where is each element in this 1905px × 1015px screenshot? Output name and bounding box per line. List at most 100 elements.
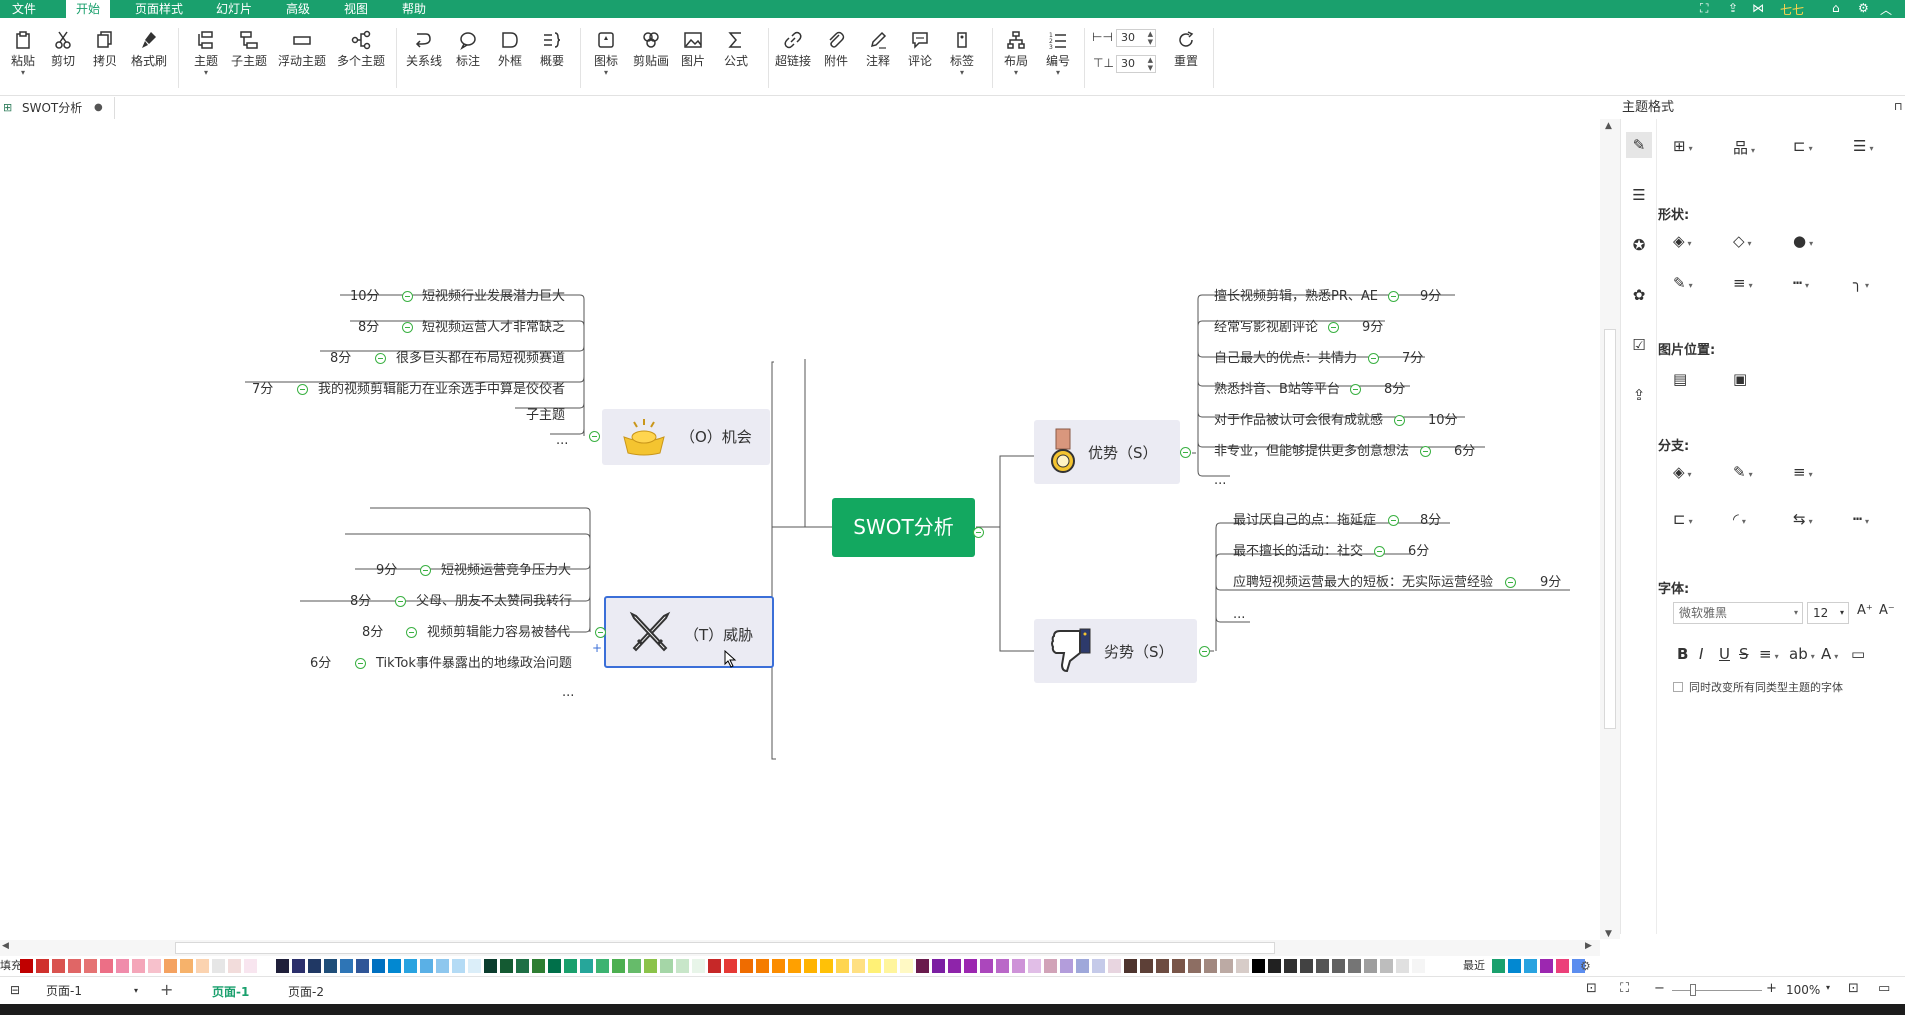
opportunity-item[interactable]: 我的视频剪辑能力在业余选手中算是佼佼者 bbox=[318, 382, 565, 398]
collapse-leaf-icon[interactable] bbox=[1374, 546, 1385, 557]
menu-slides[interactable]: 幻灯片 bbox=[208, 0, 260, 18]
color-swatch[interactable] bbox=[628, 959, 641, 973]
collapse-leaf-icon[interactable] bbox=[1388, 291, 1399, 302]
opportunity-item[interactable]: ... bbox=[556, 433, 568, 449]
color-swatch[interactable] bbox=[1348, 959, 1361, 973]
comment-button[interactable]: 评论 bbox=[897, 24, 943, 88]
numbering-dropdown-icon[interactable]: ▾ bbox=[1035, 69, 1081, 77]
vertical-scrollbar[interactable]: ▲ ▼ bbox=[1600, 119, 1620, 939]
collapse-leaf-icon[interactable] bbox=[395, 596, 406, 607]
page-select[interactable]: 页面-1 ▾ bbox=[40, 981, 142, 1001]
color-swatch[interactable] bbox=[788, 959, 801, 973]
color-swatch[interactable] bbox=[1044, 959, 1057, 973]
tasks-tab[interactable]: ☑ bbox=[1626, 332, 1652, 358]
horizontal-scrollbar[interactable]: ◀ ▶ bbox=[0, 940, 1600, 956]
color-swatch[interactable] bbox=[68, 959, 81, 973]
color-swatch[interactable] bbox=[324, 959, 337, 973]
color-swatch[interactable] bbox=[532, 959, 545, 973]
scroll-up-icon[interactable]: ▲ bbox=[1605, 121, 1612, 131]
color-swatch[interactable] bbox=[804, 959, 817, 973]
color-swatch[interactable] bbox=[1204, 959, 1217, 973]
spin-arrows-icon[interactable]: ▲ ▼ bbox=[1148, 56, 1153, 72]
fit-page-icon[interactable]: ⊡ bbox=[1586, 981, 1597, 996]
palette-settings-icon[interactable]: ⚙ bbox=[1580, 959, 1591, 973]
color-swatch[interactable] bbox=[708, 959, 721, 973]
branch-spacing-icon[interactable]: ⇆ ▾ bbox=[1793, 510, 1813, 528]
color-swatch[interactable] bbox=[1028, 959, 1041, 973]
subtopic-button[interactable]: 子主题 bbox=[226, 24, 272, 88]
color-swatch[interactable] bbox=[308, 959, 321, 973]
opportunity-item[interactable]: 短视频运营人才非常缺乏 bbox=[422, 320, 565, 336]
multiple-topics-button[interactable]: 多个主题 bbox=[334, 24, 388, 88]
spin-arrows-icon[interactable]: ▲ ▼ bbox=[1148, 30, 1153, 46]
page-tab-2[interactable]: 页面-2 bbox=[288, 983, 324, 1000]
color-swatch[interactable] bbox=[1332, 959, 1345, 973]
color-swatch[interactable] bbox=[228, 959, 241, 973]
cut-button[interactable]: 剪切 bbox=[40, 24, 86, 88]
collapse-leaf-icon[interactable] bbox=[1328, 322, 1339, 333]
color-swatch[interactable] bbox=[84, 959, 97, 973]
color-swatch[interactable] bbox=[356, 959, 369, 973]
collapse-leaf-icon[interactable] bbox=[402, 322, 413, 333]
collapse-weakness-icon[interactable] bbox=[1199, 646, 1210, 657]
boundary-button[interactable]: 外框 bbox=[487, 24, 533, 88]
color-swatch[interactable] bbox=[1300, 959, 1313, 973]
opportunity-item[interactable]: 短视频行业发展潜力巨大 bbox=[422, 289, 565, 305]
branch-connector-icon[interactable]: ⊏ ▾ bbox=[1673, 510, 1693, 528]
menu-start[interactable]: 开始 bbox=[66, 0, 110, 18]
color-swatch[interactable] bbox=[468, 959, 481, 973]
threat-item[interactable]: 父母、朋友不太赞同我转行 bbox=[416, 594, 572, 610]
scroll-left-icon[interactable]: ◀ bbox=[2, 941, 9, 951]
presentation-icon[interactable]: ▭ bbox=[1878, 981, 1890, 996]
color-swatch[interactable] bbox=[948, 959, 961, 973]
shape-type-icon[interactable]: ◇ ▾ bbox=[1733, 232, 1752, 250]
menu-file[interactable]: 文件 bbox=[0, 0, 48, 18]
color-swatch[interactable] bbox=[148, 959, 161, 973]
document-tab[interactable]: ⊞ SWOT分析 ● bbox=[0, 97, 115, 119]
tag-button[interactable]: 标签 ▾ bbox=[939, 24, 985, 88]
color-swatch[interactable] bbox=[196, 959, 209, 973]
font-increase-icon[interactable]: A⁺ bbox=[1857, 603, 1873, 618]
collapse-leaf-icon[interactable] bbox=[1420, 446, 1431, 457]
horizontal-spacing-input[interactable]: 30 ▲ ▼ bbox=[1116, 29, 1156, 47]
icons-tab[interactable]: ✪ bbox=[1626, 232, 1652, 258]
font-size-select[interactable]: 12 ▾ bbox=[1807, 602, 1849, 624]
page-list-icon[interactable]: ⊟ bbox=[10, 983, 20, 997]
font-decrease-icon[interactable]: A⁻ bbox=[1879, 603, 1895, 618]
recent-color-swatch[interactable] bbox=[1492, 959, 1505, 973]
outline-tab[interactable]: ☰ bbox=[1626, 182, 1652, 208]
color-swatch[interactable] bbox=[340, 959, 353, 973]
collapse-opportunity-icon[interactable] bbox=[589, 431, 600, 442]
icon-dropdown-icon[interactable]: ▾ bbox=[583, 69, 629, 77]
callout-button[interactable]: 标注 bbox=[445, 24, 491, 88]
image-top-icon[interactable]: ▣ bbox=[1733, 370, 1747, 388]
connector-style-icon[interactable]: ⊏ ▾ bbox=[1793, 137, 1813, 155]
color-swatch[interactable] bbox=[484, 959, 497, 973]
recent-color-swatch[interactable] bbox=[1556, 959, 1569, 973]
layout-dropdown-icon[interactable]: ▾ bbox=[993, 69, 1039, 77]
strength-topic[interactable]: 优势（S） bbox=[1034, 420, 1180, 484]
skin-icon[interactable]: ⌂ bbox=[1832, 1, 1840, 15]
collapse-leaf-icon[interactable] bbox=[1505, 577, 1516, 588]
color-swatch[interactable] bbox=[372, 959, 385, 973]
weakness-item[interactable]: 应聘短视频运营最大的短板：无实际运营经验 bbox=[1233, 575, 1493, 591]
color-swatch[interactable] bbox=[292, 959, 305, 973]
color-swatch[interactable] bbox=[772, 959, 785, 973]
color-swatch[interactable] bbox=[692, 959, 705, 973]
color-swatch[interactable] bbox=[1364, 959, 1377, 973]
shadow-icon[interactable]: ● ▾ bbox=[1793, 232, 1813, 250]
recent-color-swatch[interactable] bbox=[1540, 959, 1553, 973]
threat-item[interactable]: 视频剪辑能力容易被替代 bbox=[427, 625, 570, 641]
floating-topic-button[interactable]: 浮动主题 bbox=[275, 24, 329, 88]
color-swatch[interactable] bbox=[1412, 959, 1425, 973]
collapse-leaf-icon[interactable] bbox=[1394, 415, 1405, 426]
fill-color-icon[interactable]: ◈ ▾ bbox=[1673, 232, 1692, 250]
color-swatch[interactable] bbox=[1076, 959, 1089, 973]
color-swatch[interactable] bbox=[52, 959, 65, 973]
border-color-icon[interactable]: ✎ ▾ bbox=[1673, 274, 1693, 292]
align-icon[interactable]: ≡ ▾ bbox=[1759, 645, 1779, 663]
color-swatch[interactable] bbox=[260, 959, 273, 973]
user-name[interactable]: 七七 bbox=[1780, 1, 1804, 18]
color-swatch[interactable] bbox=[1140, 959, 1153, 973]
export-icon[interactable]: ⇪ bbox=[1728, 1, 1738, 15]
